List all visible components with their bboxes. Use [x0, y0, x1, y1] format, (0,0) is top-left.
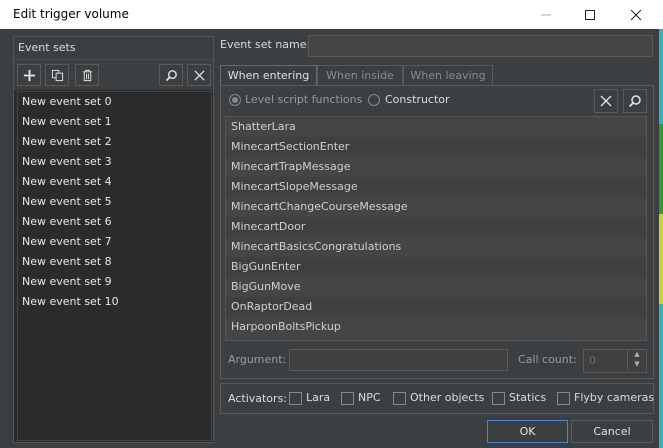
call-count-value: 0: [589, 354, 596, 367]
function-item[interactable]: MinecartTrapMessage: [226, 157, 646, 177]
copy-event-set-button[interactable]: [45, 64, 69, 86]
background-edge: [659, 214, 663, 304]
function-item[interactable]: MinecartDoor: [226, 217, 646, 237]
search-icon: [165, 69, 177, 81]
window-title: Edit trigger volume: [13, 7, 129, 21]
statics-checkbox-label: Statics: [509, 391, 547, 404]
argument-label: Argument:: [228, 353, 287, 366]
copy-icon: [51, 69, 63, 81]
maximize-icon: [585, 9, 595, 20]
event-set-name-field[interactable]: [308, 35, 653, 57]
close-icon: [193, 69, 205, 81]
background-edge: [659, 29, 663, 124]
event-set-item[interactable]: New event set 5: [18, 192, 211, 212]
title-bar: Edit trigger volume: [0, 0, 663, 29]
constructor-radio[interactable]: [368, 94, 380, 106]
plus-icon: [23, 69, 35, 81]
flyby-cameras-checkbox-label: Flyby cameras: [574, 391, 655, 404]
tab-when-leaving[interactable]: When leaving: [403, 65, 493, 86]
event-set-item[interactable]: New event set 0: [18, 92, 211, 112]
maximize-button[interactable]: [567, 0, 613, 29]
flyby-cameras-checkbox[interactable]: [557, 392, 570, 405]
function-item[interactable]: ShatterLara: [226, 117, 646, 137]
search-event-sets-button[interactable]: [159, 64, 183, 86]
event-sets-toolbar: [14, 60, 213, 90]
minimize-button[interactable]: [523, 0, 569, 29]
lara-checkbox-label: Lara: [306, 391, 331, 404]
functions-list[interactable]: ShatterLara MinecartSectionEnter MinecartT…: [225, 116, 647, 341]
clear-filter-button[interactable]: [594, 89, 618, 113]
statics-checkbox[interactable]: [492, 392, 505, 405]
level-script-radio[interactable]: [229, 94, 241, 106]
search-icon: [628, 95, 641, 108]
event-set-item[interactable]: New event set 6: [18, 212, 211, 232]
constructor-label: Constructor: [385, 93, 450, 106]
event-set-item[interactable]: New event set 10: [18, 292, 211, 312]
function-item[interactable]: MinecartSlopeMessage: [226, 177, 646, 197]
close-icon: [600, 95, 612, 107]
event-set-item[interactable]: New event set 2: [18, 132, 211, 152]
event-set-name-label: Event set name:: [220, 38, 311, 51]
function-item[interactable]: MinecartSectionEnter: [226, 137, 646, 157]
event-sets-list[interactable]: New event set 0 New event set 1 New event …: [17, 91, 212, 441]
ok-button[interactable]: OK: [487, 420, 568, 443]
cancel-button[interactable]: Cancel: [571, 420, 653, 443]
background-edge: [659, 304, 663, 448]
close-icon: [630, 9, 642, 20]
event-set-item[interactable]: New event set 3: [18, 152, 211, 172]
add-event-set-button[interactable]: [17, 64, 41, 86]
call-count-label: Call count:: [518, 353, 577, 366]
function-item[interactable]: MinecartChangeCourseMessage: [226, 197, 646, 217]
spin-down-icon[interactable]: ▼: [628, 359, 646, 369]
tab-when-inside[interactable]: When inside: [317, 65, 403, 86]
event-sets-panel: Event sets New event set 0 New event set …: [13, 36, 214, 443]
level-script-label: Level script functions: [245, 93, 363, 106]
function-item[interactable]: BigGunEnter: [226, 257, 646, 277]
delete-event-set-button[interactable]: [75, 64, 99, 86]
activators-label: Activators:: [228, 392, 288, 405]
function-item[interactable]: BigGunMove: [226, 277, 646, 297]
background-edge: [659, 124, 663, 214]
event-set-item[interactable]: New event set 1: [18, 112, 211, 132]
close-window-button[interactable]: [613, 0, 659, 29]
clear-event-sets-button[interactable]: [187, 64, 211, 86]
spin-up-icon[interactable]: ▲: [628, 349, 646, 359]
function-item[interactable]: MinecartBasicsCongratulations: [226, 237, 646, 257]
npc-checkbox[interactable]: [341, 392, 354, 405]
npc-checkbox-label: NPC: [358, 391, 381, 404]
function-item[interactable]: OnRaptorDead: [226, 297, 646, 317]
event-set-item[interactable]: New event set 9: [18, 272, 211, 292]
event-set-item[interactable]: New event set 8: [18, 252, 211, 272]
trash-icon: [82, 69, 92, 81]
other-objects-checkbox[interactable]: [393, 392, 406, 405]
function-item[interactable]: HarpoonBoltsPickup: [226, 317, 646, 337]
lara-checkbox[interactable]: [289, 392, 302, 405]
argument-field[interactable]: [289, 349, 508, 371]
event-sets-title: Event sets: [18, 41, 76, 54]
event-set-item[interactable]: New event set 4: [18, 172, 211, 192]
call-count-spinner[interactable]: ▲ ▼: [627, 349, 646, 371]
tab-when-entering[interactable]: When entering: [220, 65, 317, 86]
other-objects-checkbox-label: Other objects: [410, 391, 485, 404]
search-functions-button[interactable]: [623, 89, 647, 113]
event-set-item[interactable]: New event set 7: [18, 232, 211, 252]
event-sets-header: Event sets: [14, 37, 213, 60]
minimize-icon: [541, 14, 551, 15]
